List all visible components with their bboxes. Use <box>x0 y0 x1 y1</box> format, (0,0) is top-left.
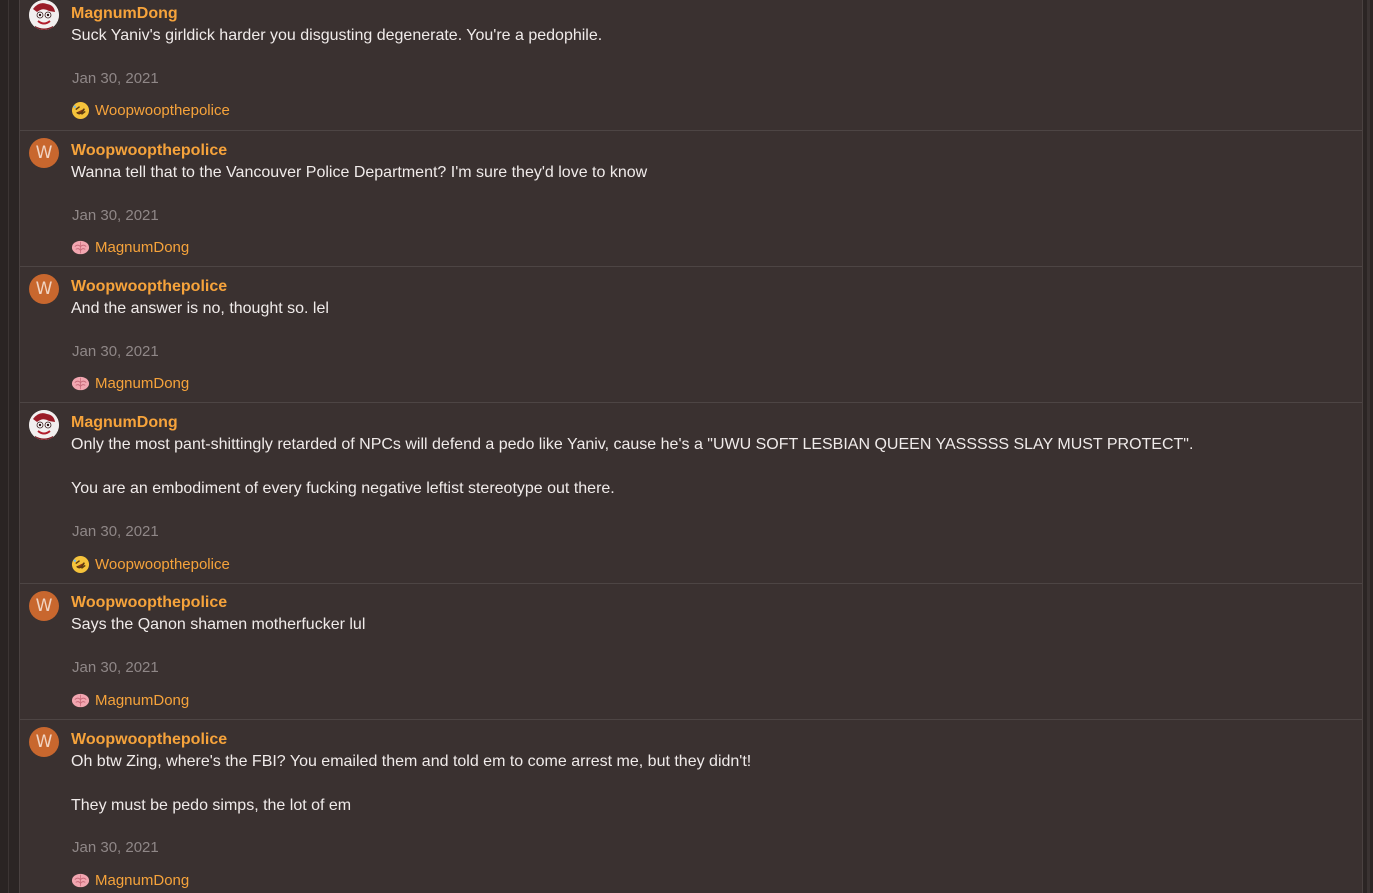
reaction-user[interactable]: Woopwoopthepolice <box>95 102 230 119</box>
avatar[interactable]: W <box>29 727 59 757</box>
post-text: Only the most pant-shittingly retarded o… <box>71 436 1194 453</box>
post-text: They must be pedo simps, the lot of em <box>71 797 352 814</box>
post: MagnumDong Suck Yaniv's girldick harder … <box>20 0 1362 131</box>
reaction-user[interactable]: MagnumDong <box>95 375 189 392</box>
avatar[interactable] <box>29 410 59 440</box>
rofl-emoji-icon <box>71 101 90 119</box>
post-author[interactable]: Woopwoopthepolice <box>71 278 227 296</box>
thread-panel: MagnumDong Suck Yaniv's girldick harder … <box>19 0 1363 893</box>
clown-avatar-icon <box>29 0 59 30</box>
brain-emoji-icon <box>71 873 90 887</box>
reaction-user[interactable]: MagnumDong <box>95 872 189 889</box>
post-author[interactable]: Woopwoopthepolice <box>71 594 227 612</box>
post-text: Says the Qanon shamen motherfucker lul <box>71 616 366 633</box>
reaction-summary[interactable]: MagnumDong <box>71 373 189 393</box>
avatar[interactable] <box>29 0 59 30</box>
brain-emoji-icon <box>71 376 90 390</box>
avatar[interactable]: W <box>29 591 59 621</box>
post-author[interactable]: MagnumDong <box>71 5 178 23</box>
reaction-user[interactable]: MagnumDong <box>95 239 189 256</box>
post-text: Oh btw Zing, where's the FBI? You emaile… <box>71 753 752 770</box>
post: W Woopwoopthepolice Wanna tell that to t… <box>20 131 1362 267</box>
reaction-summary[interactable]: Woopwoopthepolice <box>71 554 230 574</box>
post-text: You are an embodiment of every fucking n… <box>71 480 615 497</box>
avatar[interactable]: W <box>29 138 59 168</box>
post-text: Wanna tell that to the Vancouver Police … <box>71 164 648 181</box>
reaction-user[interactable]: MagnumDong <box>95 692 189 709</box>
post-date[interactable]: Jan 30, 2021 <box>72 70 159 87</box>
reaction-user[interactable]: Woopwoopthepolice <box>95 556 230 573</box>
brain-emoji-icon <box>71 693 90 707</box>
scrollbar[interactable] <box>1367 0 1370 893</box>
avatar[interactable]: W <box>29 274 59 304</box>
reaction-summary[interactable]: MagnumDong <box>71 690 189 710</box>
post-author[interactable]: Woopwoopthepolice <box>71 142 227 160</box>
post-text: And the answer is no, thought so. lel <box>71 300 329 317</box>
post-author[interactable]: Woopwoopthepolice <box>71 731 227 749</box>
post: W Woopwoopthepolice Oh btw Zing, where's… <box>20 720 1362 893</box>
post: W Woopwoopthepolice And the answer is no… <box>20 267 1362 403</box>
post-date[interactable]: Jan 30, 2021 <box>72 839 159 856</box>
post-date[interactable]: Jan 30, 2021 <box>72 659 159 676</box>
post-date[interactable]: Jan 30, 2021 <box>72 523 159 540</box>
post: W Woopwoopthepolice Says the Qanon shame… <box>20 584 1362 720</box>
rofl-emoji-icon <box>71 555 90 573</box>
reaction-summary[interactable]: MagnumDong <box>71 870 189 890</box>
reaction-summary[interactable]: Woopwoopthepolice <box>71 100 230 120</box>
post-author[interactable]: MagnumDong <box>71 414 178 432</box>
post-text: Suck Yaniv's girldick harder you disgust… <box>71 27 603 44</box>
post-date[interactable]: Jan 30, 2021 <box>72 207 159 224</box>
post: MagnumDong Only the most pant-shittingly… <box>20 403 1362 584</box>
clown-avatar-icon <box>29 410 59 440</box>
left-rail <box>0 0 9 893</box>
post-date[interactable]: Jan 30, 2021 <box>72 343 159 360</box>
reaction-summary[interactable]: MagnumDong <box>71 237 189 257</box>
brain-emoji-icon <box>71 240 90 254</box>
forum-page: MagnumDong Suck Yaniv's girldick harder … <box>0 0 1373 893</box>
